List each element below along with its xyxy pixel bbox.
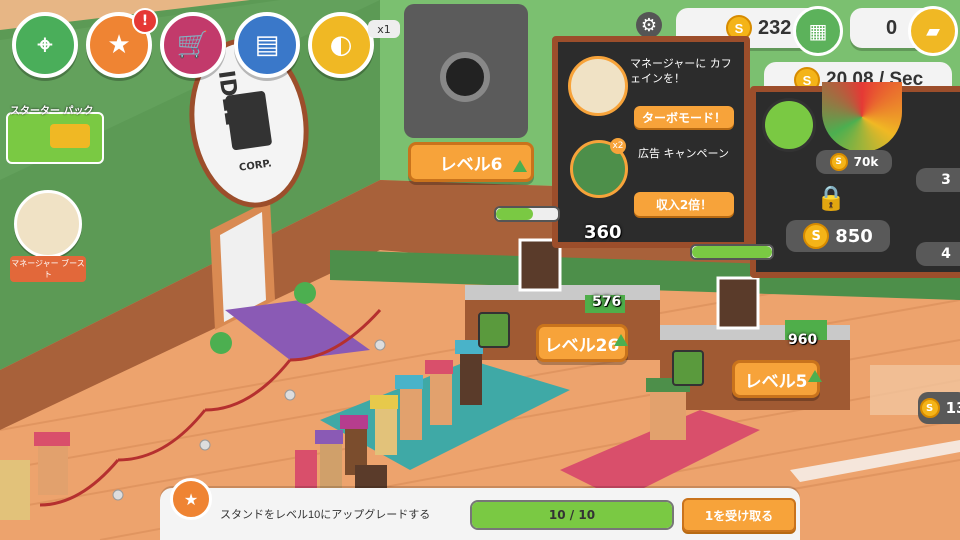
manager-avatar (568, 56, 628, 116)
plant-icon (210, 332, 232, 354)
gold-bar-icon: ▰ (926, 20, 940, 42)
turbo-mode-button[interactable]: ターボモード！ (634, 106, 734, 128)
shop-button[interactable]: 🛒 (160, 12, 226, 78)
cards-icon: ▤ (254, 30, 280, 60)
coffee-cup-logo-icon (225, 90, 273, 151)
manager-caffeine-text: マネージャーに カフェインを！ (630, 57, 732, 85)
stand1-progress (494, 206, 560, 222)
cash-shop-button[interactable]: ▦ (793, 6, 843, 56)
coffee-bean-icon: ◐ (329, 30, 353, 60)
claim-reward-label: 1を受け取る (704, 508, 774, 523)
upgrade-board: S 70k 🔒 S 850 3 4 (750, 82, 960, 278)
sign-corp: CORP. (238, 158, 273, 174)
map-button[interactable]: ⌖ (12, 12, 78, 78)
upgrade-cost-button[interactable]: S 70k (816, 150, 892, 174)
unlock-cost-value: 850 (835, 225, 873, 247)
ad-campaign-text: 広告 キャンペーン (638, 147, 729, 160)
stand1-upgrade-arrow-icon (614, 334, 628, 346)
claim-reward-button[interactable]: 1を受け取る (682, 498, 796, 532)
unlock-cost-button[interactable]: S 850 (786, 220, 890, 252)
game-scene: レベル6 IDLE CORP. ⌖ ★ ! 🛒 ▤ ◐ x1 ⚙ S 232 ▦… (0, 0, 960, 540)
partial-cost-1[interactable]: 3 (916, 168, 960, 192)
quest-progress-text: 10 / 10 (548, 508, 596, 522)
coins-value: 232 (758, 16, 792, 39)
stand2-progress (690, 244, 774, 260)
quest-text: スタンドをレベル10にアップグレードする (220, 509, 431, 521)
ad-x2-badge: x2 (610, 138, 626, 154)
stand2-progress-fill (692, 246, 772, 258)
quest-progress-bar: 10 / 10 (470, 500, 674, 530)
multiplier-badge: x1 (368, 20, 400, 38)
gold-shop-button[interactable]: ▰ (908, 6, 958, 56)
multiplier-label: x1 (377, 22, 391, 36)
cards-button[interactable]: ▤ (234, 12, 300, 78)
floating-cash-value: 360 (584, 222, 622, 243)
stand2-level-button[interactable]: レベル5 (732, 360, 820, 398)
promo-board: マネージャーに カフェインを！ ターボモード！ x2 広告 キャンペーン 収入2… (552, 36, 750, 248)
partial-cost-3[interactable]: S 13 (918, 392, 960, 424)
turbo-mode-label: ターボモード！ (641, 110, 726, 125)
quest-panel: ★ スタンドをレベル10にアップグレードする 10 / 10 1を受け取る (160, 478, 800, 540)
starter-pack-label: スターター パック (10, 106, 94, 117)
manager-boost-button[interactable] (14, 190, 82, 258)
stand2-cup-icon (672, 350, 704, 386)
plant-icon (294, 282, 316, 304)
unlock-coin-icon: S (803, 223, 830, 249)
double-income-button[interactable]: 収入2倍！ (634, 192, 734, 216)
safe-dial-icon (440, 52, 490, 102)
cost-coin-icon: S (829, 153, 848, 171)
stand2-cash-value[interactable]: 960 (788, 332, 817, 348)
partial-coin-icon: S (919, 398, 940, 418)
double-income-label: 収入2倍！ (655, 197, 713, 212)
stand2-upgrade-arrow-icon (808, 370, 822, 382)
stand1-level-label: レベル26 (544, 335, 620, 356)
safe-level-label: レベル6 (439, 154, 503, 175)
coffee-cup-icon (762, 98, 816, 152)
map-icon: ⌖ (37, 29, 53, 60)
stand1-progress-fill (496, 208, 534, 220)
boost-button[interactable]: ◐ (308, 12, 374, 78)
stand1-cash-value[interactable]: 576 (592, 294, 621, 310)
cart-icon: 🛒 (176, 30, 210, 60)
gold-pile-icon (50, 124, 90, 148)
quest-alert-text: ! (141, 13, 149, 29)
quest-icon: ★ (170, 478, 212, 520)
lock-icon: 🔒 (816, 184, 846, 212)
settings-gear-icon[interactable]: ⚙ (636, 12, 662, 38)
quest-alert-badge: ! (132, 8, 158, 34)
stand1-cup-icon (478, 312, 510, 348)
upgrade-cost-value: 70k (853, 155, 879, 169)
safe[interactable] (404, 4, 528, 138)
cash-stack-icon: ▦ (808, 19, 828, 43)
gems-value: 0 (886, 16, 898, 39)
gauge-icon (822, 82, 902, 152)
star-badge-icon: ★ (107, 30, 131, 60)
starter-pack-button[interactable] (6, 112, 104, 164)
manager-boost-label: マネージャー ブースト (10, 256, 86, 282)
stand2-level-label: レベル5 (744, 371, 808, 392)
upgrade-arrow-icon (513, 160, 527, 172)
partial-cost-2[interactable]: 4 (916, 242, 960, 266)
